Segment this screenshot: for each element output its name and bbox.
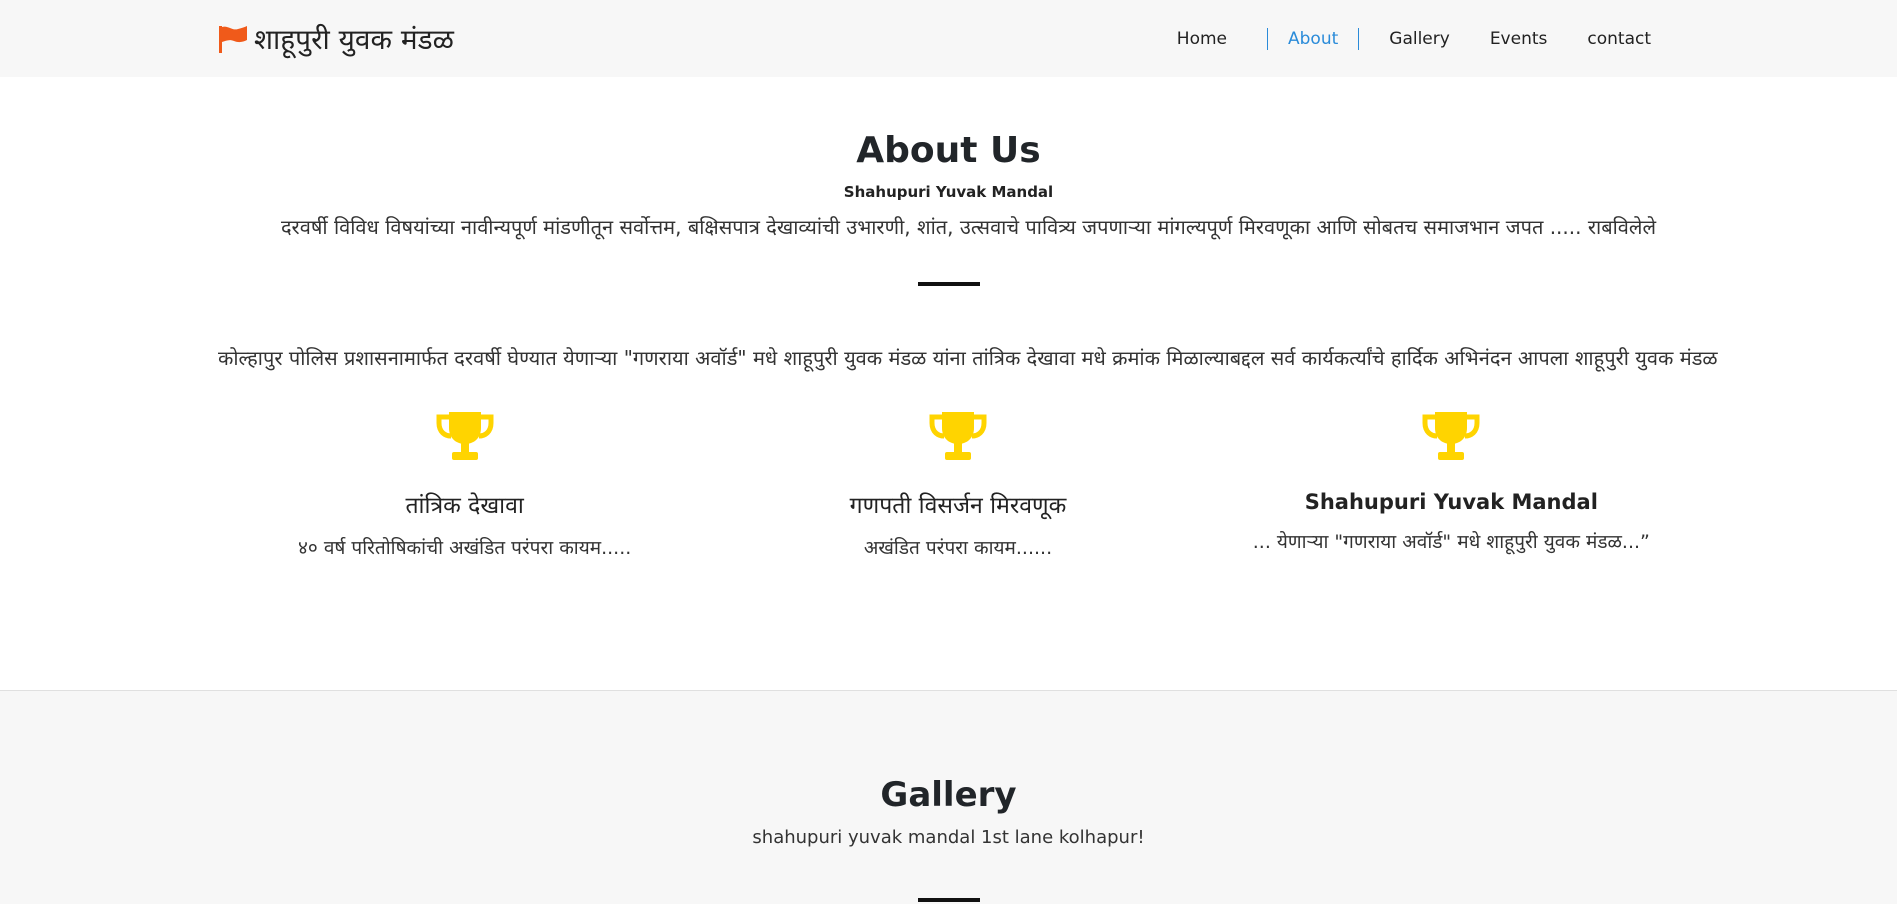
about-section: About Us Shahupuri Yuvak Mandal दरवर्षी …	[0, 77, 1897, 560]
feature-item: गणपती विसर्जन मिरवणूक अखंडित परंपरा कायम…	[711, 410, 1204, 560]
section-subtitle: Shahupuri Yuvak Mandal	[843, 183, 1054, 201]
nav-link-about[interactable]: About	[1267, 27, 1360, 50]
divider	[917, 282, 980, 286]
feature-title: तांत्रिक देखावा	[405, 493, 524, 519]
feature-text: अखंडित परंपरा कायम......	[863, 537, 1053, 559]
flag-icon	[219, 25, 247, 53]
nav-link-contact[interactable]: contact	[1567, 28, 1671, 50]
trophy-icon	[436, 412, 494, 460]
section-tagline: दरवर्षी विविध विषयांच्या नावीन्यपूर्ण मा…	[280, 215, 1657, 239]
nav-link-home[interactable]: Home	[1157, 28, 1257, 50]
brand-name: शाहूपुरी युवक मंडळ	[254, 22, 454, 56]
navbar: शाहूपुरी युवक मंडळ Home About Gallery Ev…	[0, 0, 1897, 77]
nav-link-events[interactable]: Events	[1470, 28, 1568, 50]
brand-link[interactable]: शाहूपुरी युवक मंडळ	[218, 20, 454, 58]
trophy-icon	[929, 412, 987, 460]
feature-title: गणपती विसर्जन मिरवणूक	[849, 493, 1067, 519]
gallery-title: Gallery	[880, 775, 1017, 815]
feature-title: Shahupuri Yuvak Mandal	[1304, 490, 1598, 514]
nav-link-gallery[interactable]: Gallery	[1369, 28, 1470, 50]
gallery-section: Gallery shahupuri yuvak mandal 1st lane …	[0, 690, 1897, 904]
feature-text: ... येणाऱ्या "गणराया अवॉर्ड" मधे शाहूपुर…	[1252, 531, 1650, 553]
features-row: तांत्रिक देखावा ४० वर्ष परितोषिकांची अखं…	[218, 410, 1698, 560]
section-title: About Us	[856, 130, 1041, 171]
award-paragraph: कोल्हापुर पोलिस प्रशासनामार्फत दरवर्षी घ…	[218, 346, 1718, 370]
feature-item: Shahupuri Yuvak Mandal ... येणाऱ्या "गणर…	[1205, 410, 1698, 560]
divider	[917, 898, 980, 902]
feature-text: ४० वर्ष परितोषिकांची अखंडित परंपरा कायम.…	[298, 537, 632, 559]
feature-item: तांत्रिक देखावा ४० वर्ष परितोषिकांची अखं…	[218, 410, 711, 560]
trophy-icon	[1422, 412, 1480, 460]
main-nav: Home About Gallery Events contact	[1157, 27, 1671, 50]
gallery-subtitle: shahupuri yuvak mandal 1st lane kolhapur…	[752, 827, 1145, 848]
